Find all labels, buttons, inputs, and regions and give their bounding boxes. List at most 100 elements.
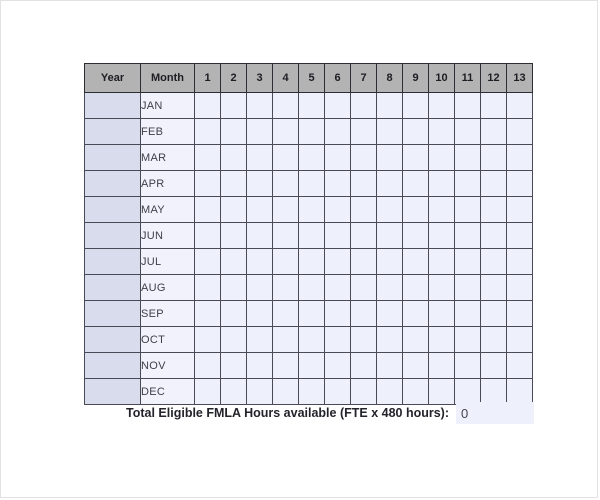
- data-cell[interactable]: [480, 248, 507, 275]
- data-cell[interactable]: [506, 196, 533, 223]
- data-cell[interactable]: [194, 92, 221, 119]
- data-cell[interactable]: [428, 170, 455, 197]
- year-cell[interactable]: [84, 92, 141, 119]
- data-cell[interactable]: [220, 170, 247, 197]
- data-cell[interactable]: [376, 222, 403, 249]
- data-cell[interactable]: [324, 274, 351, 301]
- data-cell[interactable]: [428, 326, 455, 353]
- data-cell[interactable]: [220, 326, 247, 353]
- data-cell[interactable]: [350, 196, 377, 223]
- data-cell[interactable]: [246, 326, 273, 353]
- data-cell[interactable]: [376, 352, 403, 379]
- data-cell[interactable]: [506, 352, 533, 379]
- year-cell[interactable]: [84, 196, 141, 223]
- data-cell[interactable]: [246, 92, 273, 119]
- data-cell[interactable]: [428, 352, 455, 379]
- data-cell[interactable]: [194, 196, 221, 223]
- data-cell[interactable]: [324, 248, 351, 275]
- data-cell[interactable]: [272, 170, 299, 197]
- data-cell[interactable]: [350, 222, 377, 249]
- data-cell[interactable]: [220, 196, 247, 223]
- data-cell[interactable]: [246, 274, 273, 301]
- data-cell[interactable]: [506, 118, 533, 145]
- data-cell[interactable]: [350, 326, 377, 353]
- year-cell[interactable]: [84, 144, 141, 171]
- data-cell[interactable]: [350, 92, 377, 119]
- data-cell[interactable]: [194, 118, 221, 145]
- data-cell[interactable]: [246, 352, 273, 379]
- data-cell[interactable]: [402, 326, 429, 353]
- data-cell[interactable]: [272, 300, 299, 327]
- data-cell[interactable]: [194, 170, 221, 197]
- data-cell[interactable]: [402, 300, 429, 327]
- data-cell[interactable]: [272, 118, 299, 145]
- data-cell[interactable]: [376, 92, 403, 119]
- data-cell[interactable]: [220, 118, 247, 145]
- data-cell[interactable]: [272, 144, 299, 171]
- data-cell[interactable]: [480, 222, 507, 249]
- data-cell[interactable]: [298, 92, 325, 119]
- data-cell[interactable]: [402, 144, 429, 171]
- data-cell[interactable]: [272, 196, 299, 223]
- data-cell[interactable]: [298, 144, 325, 171]
- data-cell[interactable]: [480, 352, 507, 379]
- data-cell[interactable]: [402, 196, 429, 223]
- data-cell[interactable]: [350, 248, 377, 275]
- data-cell[interactable]: [194, 248, 221, 275]
- data-cell[interactable]: [194, 274, 221, 301]
- year-cell[interactable]: [84, 222, 141, 249]
- data-cell[interactable]: [220, 248, 247, 275]
- data-cell[interactable]: [454, 300, 481, 327]
- data-cell[interactable]: [454, 196, 481, 223]
- data-cell[interactable]: [194, 352, 221, 379]
- data-cell[interactable]: [402, 248, 429, 275]
- data-cell[interactable]: [246, 222, 273, 249]
- data-cell[interactable]: [428, 222, 455, 249]
- data-cell[interactable]: [376, 326, 403, 353]
- data-cell[interactable]: [246, 300, 273, 327]
- data-cell[interactable]: [506, 248, 533, 275]
- data-cell[interactable]: [246, 196, 273, 223]
- data-cell[interactable]: [272, 92, 299, 119]
- data-cell[interactable]: [220, 300, 247, 327]
- year-cell[interactable]: [84, 352, 141, 379]
- data-cell[interactable]: [350, 118, 377, 145]
- data-cell[interactable]: [246, 118, 273, 145]
- data-cell[interactable]: [428, 274, 455, 301]
- data-cell[interactable]: [480, 144, 507, 171]
- data-cell[interactable]: [428, 248, 455, 275]
- data-cell[interactable]: [454, 170, 481, 197]
- data-cell[interactable]: [350, 274, 377, 301]
- data-cell[interactable]: [272, 222, 299, 249]
- data-cell[interactable]: [428, 92, 455, 119]
- data-cell[interactable]: [220, 222, 247, 249]
- data-cell[interactable]: [428, 144, 455, 171]
- data-cell[interactable]: [324, 352, 351, 379]
- year-cell[interactable]: [84, 300, 141, 327]
- data-cell[interactable]: [428, 196, 455, 223]
- data-cell[interactable]: [298, 170, 325, 197]
- data-cell[interactable]: [402, 170, 429, 197]
- data-cell[interactable]: [428, 118, 455, 145]
- data-cell[interactable]: [454, 144, 481, 171]
- data-cell[interactable]: [376, 274, 403, 301]
- data-cell[interactable]: [454, 118, 481, 145]
- data-cell[interactable]: [376, 248, 403, 275]
- data-cell[interactable]: [506, 144, 533, 171]
- year-cell[interactable]: [84, 326, 141, 353]
- data-cell[interactable]: [350, 170, 377, 197]
- data-cell[interactable]: [506, 92, 533, 119]
- data-cell[interactable]: [402, 92, 429, 119]
- data-cell[interactable]: [480, 170, 507, 197]
- data-cell[interactable]: [194, 144, 221, 171]
- data-cell[interactable]: [298, 222, 325, 249]
- data-cell[interactable]: [324, 92, 351, 119]
- data-cell[interactable]: [454, 92, 481, 119]
- data-cell[interactable]: [506, 274, 533, 301]
- data-cell[interactable]: [246, 248, 273, 275]
- data-cell[interactable]: [324, 196, 351, 223]
- year-cell[interactable]: [84, 248, 141, 275]
- data-cell[interactable]: [402, 222, 429, 249]
- data-cell[interactable]: [350, 144, 377, 171]
- data-cell[interactable]: [298, 118, 325, 145]
